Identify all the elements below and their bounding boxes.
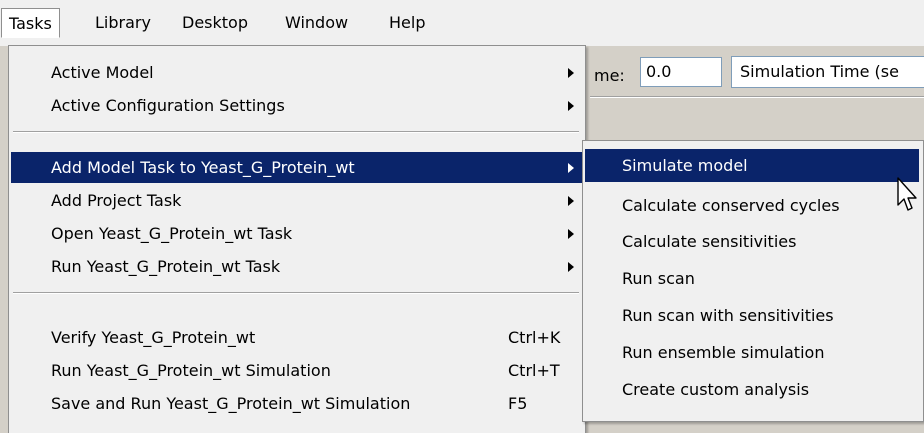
shortcut-label: Ctrl+T — [508, 361, 560, 380]
time-label: me: — [594, 66, 625, 85]
submenu-arrow-icon — [568, 68, 574, 78]
menu-item-label: Verify Yeast_G_Protein_wt — [51, 328, 256, 347]
menu-item-run-simulation[interactable]: Run Yeast_G_Protein_wt Simulation Ctrl+T — [11, 355, 583, 386]
menu-item-label: Save and Run Yeast_G_Protein_wt Simulati… — [51, 394, 411, 413]
submenu-arrow-icon — [568, 196, 574, 206]
shortcut-label: F5 — [508, 394, 528, 413]
menu-item-add-project-task[interactable]: Add Project Task — [11, 185, 583, 216]
tasks-menu: Active Model Active Configuration Settin… — [8, 45, 586, 433]
menu-item-label: Active Configuration Settings — [51, 96, 285, 115]
submenu-arrow-icon — [568, 101, 574, 111]
menu-item-label: Run Yeast_G_Protein_wt Simulation — [51, 361, 331, 380]
menu-item-label: Active Model — [51, 63, 154, 82]
submenu-item-run-scan[interactable]: Run scan — [585, 262, 919, 295]
time-input[interactable]: 0.0 — [640, 57, 722, 87]
menu-bar: Tasks Library Desktop Window Help — [0, 0, 924, 46]
menu-item-verify[interactable]: Verify Yeast_G_Protein_wt Ctrl+K — [11, 322, 583, 353]
menu-item-save-and-run[interactable]: Save and Run Yeast_G_Protein_wt Simulati… — [11, 388, 583, 419]
shortcut-label: Ctrl+K — [508, 328, 561, 347]
time-unit-select[interactable]: Simulation Time (se — [731, 56, 924, 88]
menu-help[interactable]: Help — [382, 8, 432, 38]
menu-window[interactable]: Window — [278, 8, 355, 38]
divider — [590, 97, 924, 98]
menu-item-run-task[interactable]: Run Yeast_G_Protein_wt Task — [11, 251, 583, 282]
menu-item-label: Run Yeast_G_Protein_wt Task — [51, 257, 281, 276]
menu-separator — [13, 131, 579, 133]
menu-item-label: Open Yeast_G_Protein_wt Task — [51, 224, 293, 243]
add-model-task-submenu: Simulate model Calculate conserved cycle… — [582, 140, 924, 422]
menu-separator — [13, 292, 579, 294]
submenu-item-sensitivities[interactable]: Calculate sensitivities — [585, 225, 919, 258]
submenu-item-custom-analysis[interactable]: Create custom analysis — [585, 373, 919, 406]
submenu-item-scan-sensitivities[interactable]: Run scan with sensitivities — [585, 299, 919, 332]
submenu-item-ensemble-simulation[interactable]: Run ensemble simulation — [585, 336, 919, 369]
menu-item-label: Add Model Task to Yeast_G_Protein_wt — [51, 158, 355, 177]
mouse-cursor-icon — [897, 177, 917, 211]
menu-item-add-model-task[interactable]: Add Model Task to Yeast_G_Protein_wt — [11, 152, 583, 183]
menu-library[interactable]: Library — [88, 8, 158, 38]
menu-item-open-task[interactable]: Open Yeast_G_Protein_wt Task — [11, 218, 583, 249]
submenu-arrow-icon — [568, 262, 574, 272]
menu-tasks[interactable]: Tasks — [1, 8, 60, 38]
submenu-arrow-icon — [568, 163, 574, 173]
menu-item-active-configuration[interactable]: Active Configuration Settings — [11, 90, 583, 121]
submenu-item-simulate-model[interactable]: Simulate model — [585, 149, 919, 182]
menu-item-active-model[interactable]: Active Model — [11, 57, 583, 88]
menu-item-label: Add Project Task — [51, 191, 182, 210]
menu-desktop[interactable]: Desktop — [175, 8, 255, 38]
submenu-item-conserved-cycles[interactable]: Calculate conserved cycles — [585, 189, 919, 222]
submenu-arrow-icon — [568, 229, 574, 239]
